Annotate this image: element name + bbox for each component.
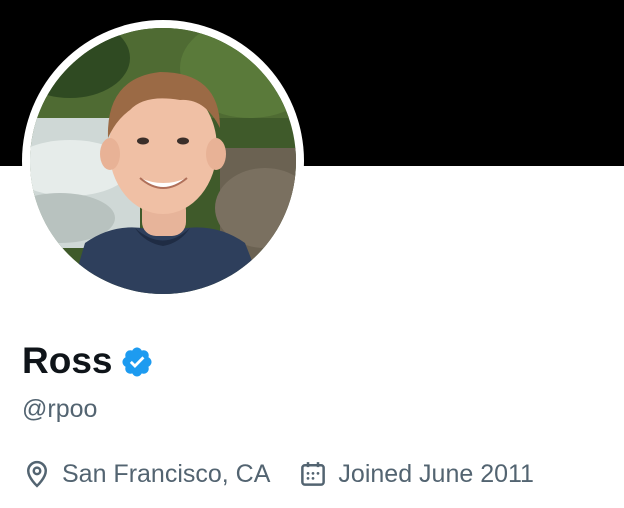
avatar-ring	[22, 20, 304, 302]
verified-badge-icon[interactable]	[120, 345, 154, 379]
display-name: Ross	[22, 340, 113, 381]
calendar-icon	[298, 459, 328, 489]
name-row: Ross	[22, 338, 154, 384]
location-pin-icon	[22, 459, 52, 489]
joined-text: Joined June 2011	[338, 459, 534, 488]
profile-meta: San Francisco, CA Joined June 2011	[22, 454, 562, 494]
location-item: San Francisco, CA	[22, 459, 270, 489]
avatar[interactable]	[30, 28, 296, 294]
location-text: San Francisco, CA	[62, 459, 271, 488]
joined-item: Joined June 2011	[298, 459, 534, 489]
user-handle: @rpoo	[22, 395, 98, 423]
